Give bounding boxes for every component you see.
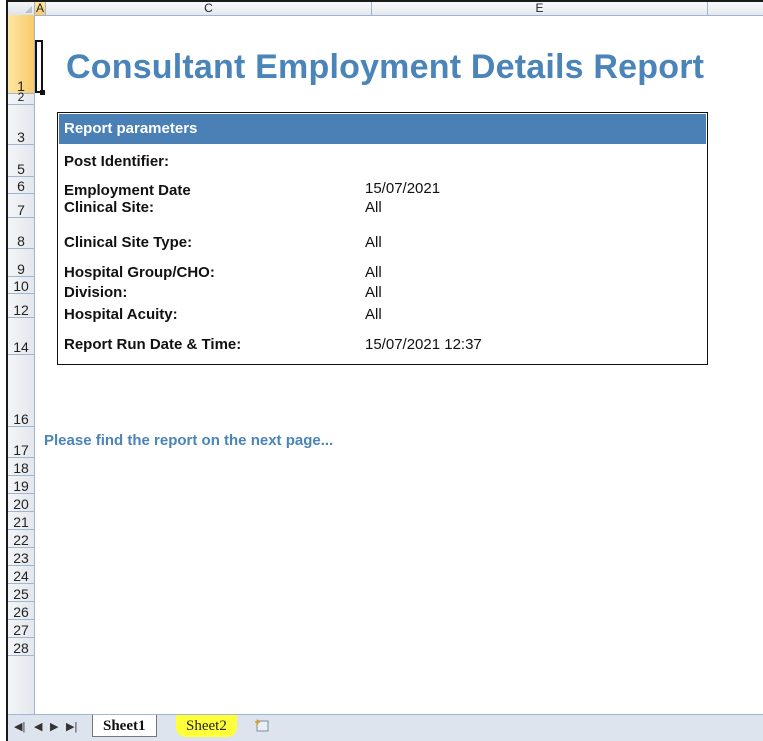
first-sheet-icon[interactable]: ◀| [14, 720, 25, 733]
row-header-25[interactable]: 25 [8, 584, 34, 602]
param-label-clinical-site-type: Clinical Site Type: [64, 234, 193, 251]
spreadsheet-window: A C E 1 2 3 5 6 7 8 9 10 12 14 16 17 18 … [6, 0, 763, 741]
next-sheet-icon[interactable]: ▶ [50, 720, 58, 733]
column-header-c[interactable]: C [46, 2, 372, 15]
row-header-19[interactable]: 19 [8, 476, 34, 494]
param-value-hospital-group: All [365, 264, 382, 281]
row-header-bar: 1 2 3 5 6 7 8 9 10 12 14 16 17 18 19 20 … [8, 15, 35, 715]
param-value-run-date: 15/07/2021 12:37 [365, 336, 482, 353]
row-header-6[interactable]: 6 [8, 177, 34, 194]
row-header-3[interactable]: 3 [8, 105, 34, 145]
column-header-next[interactable] [708, 2, 763, 15]
param-label-post-identifier: Post Identifier: [64, 153, 170, 170]
param-label-run-date: Report Run Date & Time: [64, 336, 242, 353]
row-header-22[interactable]: 22 [8, 530, 34, 548]
row-header-20[interactable]: 20 [8, 494, 34, 512]
last-sheet-icon[interactable]: ▶| [66, 720, 77, 733]
param-value-clinical-site: All [365, 199, 382, 216]
tab-sheet2[interactable]: Sheet2 [176, 715, 237, 737]
row-header-10[interactable]: 10 [8, 277, 34, 294]
select-all-corner[interactable] [8, 2, 35, 15]
param-label-hospital-group: Hospital Group/CHO: [64, 264, 215, 281]
insert-sheet-icon[interactable] [254, 718, 270, 732]
row-header-24[interactable]: 24 [8, 566, 34, 584]
row-header-27[interactable]: 27 [8, 620, 34, 638]
param-label-division: Division: [64, 284, 128, 301]
column-header-bar: A C E [8, 2, 763, 16]
row-header-26[interactable]: 26 [8, 602, 34, 620]
param-label-clinical-site: Clinical Site: [64, 199, 155, 216]
row-header-23[interactable]: 23 [8, 548, 34, 566]
row-header-8[interactable]: 8 [8, 218, 34, 249]
next-page-note: Please find the report on the next page.… [44, 432, 334, 449]
row-header-28[interactable]: 28 [8, 638, 34, 656]
row-header-17[interactable]: 17 [8, 427, 34, 458]
sheet-tab-bar: ◀| ◀ ▶ ▶| Sheet1 Sheet2 [8, 714, 763, 741]
row-header-16[interactable]: 16 [8, 355, 34, 427]
row-header-14[interactable]: 14 [8, 318, 34, 355]
prev-sheet-icon[interactable]: ◀ [34, 720, 42, 733]
row-header-9[interactable]: 9 [8, 249, 34, 277]
param-value-employment-date: 15/07/2021 [365, 180, 441, 197]
param-value-hospital-acuity: All [365, 306, 382, 323]
tab-sheet1[interactable]: Sheet1 [92, 715, 157, 737]
param-label-hospital-acuity: Hospital Acuity: [64, 306, 178, 323]
row-header-21[interactable]: 21 [8, 512, 34, 530]
report-parameters-box: Report parameters Post Identifier: Emplo… [57, 112, 708, 365]
column-header-e[interactable]: E [372, 2, 708, 15]
report-title: Consultant Employment Details Report [66, 48, 705, 86]
row-header-1[interactable]: 1 [8, 15, 34, 94]
row-header-7[interactable]: 7 [8, 194, 34, 218]
row-header-12[interactable]: 12 [8, 294, 34, 318]
row-header-5[interactable]: 5 [8, 145, 34, 177]
parameters-header: Report parameters [59, 114, 706, 144]
param-value-division: All [365, 284, 382, 301]
active-cell-cursor[interactable] [35, 40, 45, 95]
param-label-employment-date: Employment Date [64, 182, 191, 199]
param-value-clinical-site-type: All [365, 234, 382, 251]
row-header-2[interactable]: 2 [8, 90, 34, 105]
column-header-a[interactable]: A [35, 2, 46, 15]
row-header-18[interactable]: 18 [8, 458, 34, 476]
